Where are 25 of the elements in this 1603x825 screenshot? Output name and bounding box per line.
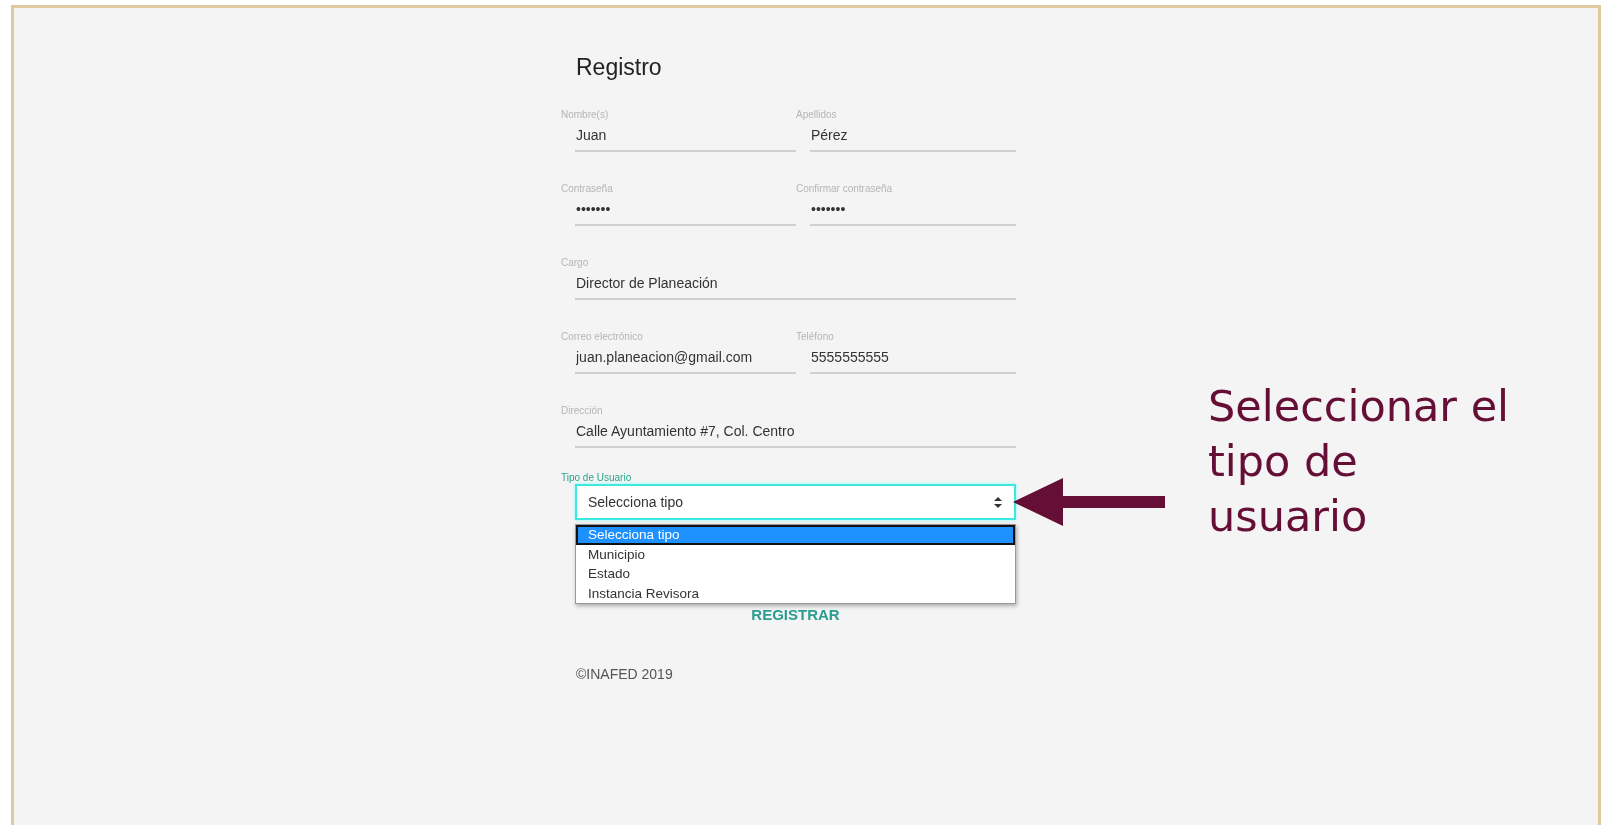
field-label: Contraseña	[561, 182, 614, 195]
dropdown-option[interactable]: Municipio	[576, 544, 1015, 564]
field-label: Cargo	[561, 256, 590, 269]
field-label: Tipo de Usuario	[561, 471, 633, 484]
input-field[interactable]: Pérez	[810, 121, 1016, 152]
field-label: Nombre(s)	[561, 108, 610, 121]
field-label: Dirección	[561, 404, 604, 417]
input-field[interactable]: 5555555555	[810, 343, 1016, 374]
footer-text: ©INAFED 2019	[576, 666, 674, 682]
input-field[interactable]: juan.planeacion@gmail.com	[575, 343, 796, 374]
caret-icon	[994, 496, 1002, 508]
field-label: Correo electrónico	[561, 330, 644, 343]
field-label: Teléfono	[796, 330, 835, 343]
input-field[interactable]: •••••••	[575, 195, 796, 226]
input-field[interactable]: •••••••	[810, 195, 1016, 226]
field-label: Apellidos	[796, 108, 838, 121]
dropdown-option[interactable]: Estado	[576, 564, 1015, 584]
input-field[interactable]: Calle Ayuntamiento #7, Col. Centro	[575, 417, 1016, 448]
input-field[interactable]: Juan	[575, 121, 796, 152]
input-field[interactable]: Director de Planeación	[575, 269, 1016, 300]
form-title: Registro	[576, 53, 663, 82]
field-label: Confirmar contraseña	[796, 182, 894, 195]
dropdown-option[interactable]: Instancia Revisora	[576, 583, 1015, 603]
select-dropdown[interactable]: Selecciona tipo	[575, 484, 1016, 520]
annotation-text: Seleccionar el tipo de usuario	[1208, 380, 1511, 543]
